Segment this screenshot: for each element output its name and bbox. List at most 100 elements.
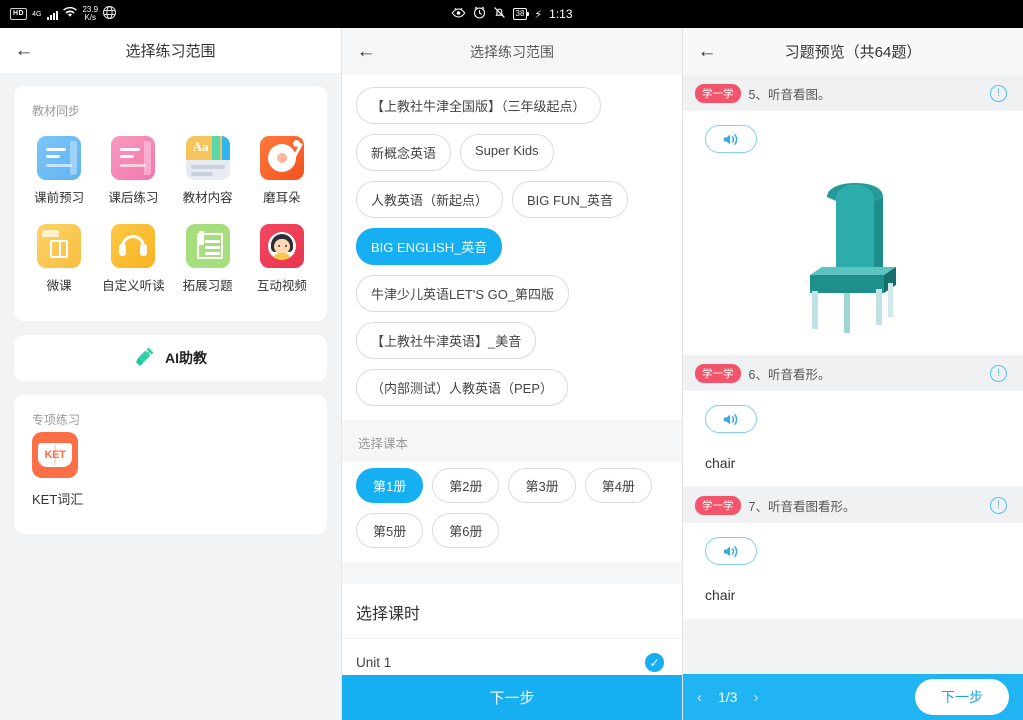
- ai-assistant-button[interactable]: AI助教: [14, 335, 327, 381]
- question-body: chair: [683, 523, 1023, 619]
- blue-book-icon: [37, 136, 81, 180]
- sync-card: 教材同步 课前预习 课后练习: [14, 86, 327, 321]
- grid-item-custom-listening[interactable]: 自定义听读: [96, 215, 170, 303]
- question-header: 学一学 6、听音看形。 !: [683, 355, 1023, 391]
- exclamation-circle-icon[interactable]: !: [990, 85, 1007, 102]
- avatar-video-icon: [260, 224, 304, 268]
- textbook-chip[interactable]: （内部测试）人教英语（PEP）: [356, 369, 568, 406]
- ai-assistant-label: AI助教: [165, 348, 207, 368]
- battery-icon: 38: [513, 8, 528, 20]
- left-appbar: ← 选择练习范围: [0, 28, 341, 73]
- eye-care-icon: [451, 7, 466, 22]
- question-item: 学一学 5、听音看图。 !: [683, 75, 1023, 355]
- status-badge: 学一学: [695, 84, 741, 103]
- textbook-chip-row: 【上教社牛津全国版】（三年级起点） 新概念英语 Super Kids 人教英语（…: [356, 87, 668, 406]
- answer-word: chair: [705, 455, 1023, 471]
- book-section-label: 选择课本: [342, 420, 682, 462]
- grid-item-label: 微课: [47, 275, 72, 294]
- grid-item-extended-exercise[interactable]: 拓展习题: [171, 215, 245, 303]
- network-type-label: 4G: [32, 11, 41, 18]
- left-content: 教材同步 课前预习 课后练习: [0, 73, 341, 547]
- book-chip[interactable]: 第3册: [508, 468, 575, 503]
- question-header: 学一学 7、听音看图看形。 !: [683, 487, 1023, 523]
- ket-item[interactable]: KET KET词汇: [14, 432, 327, 534]
- grid-item-textbook-content[interactable]: Aa 教材内容: [171, 127, 245, 215]
- grid-item-interactive-video[interactable]: 互动视频: [245, 215, 319, 303]
- middle-pane: ← 选择练习范围 【上教社牛津全国版】（三年级起点） 新概念英语 Super K…: [341, 28, 682, 720]
- grid-item-microlesson[interactable]: 微课: [22, 215, 96, 303]
- question-text: 6、听音看形。: [749, 364, 983, 383]
- exclamation-circle-icon[interactable]: !: [990, 497, 1007, 514]
- ket-badge-text: KET: [44, 449, 65, 461]
- yellow-folder-icon: [37, 224, 81, 268]
- question-header: 学一学 5、听音看图。 !: [683, 75, 1023, 111]
- sync-section-label: 教材同步: [14, 86, 327, 123]
- back-button-right[interactable]: ←: [683, 41, 731, 63]
- speaker-icon[interactable]: [705, 125, 757, 153]
- textbook-chip[interactable]: 【上教社牛津全国版】（三年级起点）: [356, 87, 601, 124]
- grid-item-label: 课后练习: [108, 187, 158, 206]
- right-appbar: ← 习题预览（共64题）: [683, 28, 1023, 75]
- status-bar: HD 4G 23.9 K/s 38 ⚡: [0, 0, 1023, 28]
- status-badge: 学一学: [695, 496, 741, 515]
- grid-item-exercise[interactable]: 课后练习: [96, 127, 170, 215]
- speaker-icon[interactable]: [705, 405, 757, 433]
- app-screen: HD 4G 23.9 K/s 38 ⚡: [0, 0, 1023, 720]
- question-text: 7、听音看图看形。: [749, 496, 983, 515]
- next-page-button[interactable]: ›: [753, 689, 758, 706]
- pagination: ‹ 1/3 ›: [697, 689, 758, 706]
- textbook-chip[interactable]: 牛津少儿英语LET'S GO_第四版: [356, 275, 569, 312]
- grid-item-label: 拓展习题: [183, 275, 233, 294]
- back-button-middle[interactable]: ←: [342, 41, 390, 63]
- special-practice-card: 专项练习 KET KET词汇: [14, 395, 327, 534]
- textbook-chip[interactable]: Super Kids: [460, 134, 554, 171]
- clock-label: 1:13: [549, 7, 572, 21]
- textbook-chip[interactable]: 新概念英语: [356, 134, 451, 171]
- textbook-chip[interactable]: 人教英语（新起点）: [356, 181, 503, 218]
- right-page-title: 习题预览（共64题）: [683, 41, 1023, 62]
- lesson-section-label: 选择课时: [342, 584, 682, 638]
- magic-pen-icon: [134, 345, 156, 372]
- question-item: 学一学 7、听音看图看形。 ! chair: [683, 487, 1023, 619]
- status-bar-left: HD 4G 23.9 K/s: [0, 6, 116, 22]
- wifi-icon: [63, 7, 77, 21]
- exclamation-circle-icon[interactable]: !: [990, 365, 1007, 382]
- question-list: 学一学 5、听音看图。 !: [683, 75, 1023, 674]
- book-chip[interactable]: 第2册: [432, 468, 499, 503]
- special-section-label: 专项练习: [14, 395, 327, 432]
- mute-bell-icon: [493, 6, 506, 22]
- middle-next-button[interactable]: 下一步: [342, 675, 682, 720]
- grid-item-label: 互动视频: [257, 275, 307, 294]
- right-next-button[interactable]: 下一步: [915, 679, 1009, 715]
- data-rate-unit: K/s: [82, 14, 98, 22]
- textbook-chip[interactable]: BIG FUN_英音: [512, 181, 628, 218]
- right-bottom-bar: ‹ 1/3 › 下一步: [683, 674, 1023, 720]
- textbook-chip-box: 【上教社牛津全国版】（三年级起点） 新概念英语 Super Kids 人教英语（…: [342, 75, 682, 420]
- speaker-icon[interactable]: [705, 537, 757, 565]
- left-page-title: 选择练习范围: [0, 40, 341, 61]
- hd-icon: HD: [10, 8, 27, 20]
- prev-page-button[interactable]: ‹: [697, 689, 702, 706]
- grid-item-listening[interactable]: 磨耳朵: [245, 127, 319, 215]
- question-body: chair: [683, 391, 1023, 487]
- record-player-icon: [260, 136, 304, 180]
- check-icon[interactable]: ✓: [645, 653, 664, 672]
- book-chip-selected[interactable]: 第1册: [356, 468, 423, 503]
- grid-item-preview[interactable]: 课前预习: [22, 127, 96, 215]
- lesson-label: Unit 1: [356, 655, 391, 670]
- book-chip[interactable]: 第5册: [356, 513, 423, 548]
- back-button-left[interactable]: ←: [0, 40, 48, 62]
- alarm-icon: [473, 6, 486, 22]
- chair-illustration: [683, 169, 1023, 355]
- charging-icon: ⚡: [534, 8, 542, 21]
- textbook-chip-selected[interactable]: BIG ENGLISH_英音: [356, 228, 502, 265]
- textbook-chip[interactable]: 【上教社牛津英语】_美音: [356, 322, 536, 359]
- grid-item-label: 教材内容: [183, 187, 233, 206]
- book-chip[interactable]: 第4册: [585, 468, 652, 503]
- data-rate-indicator: 23.9 K/s: [82, 6, 98, 22]
- book-chip[interactable]: 第6册: [432, 513, 499, 548]
- page-indicator: 1/3: [718, 689, 737, 705]
- right-pane: ← 习题预览（共64题） 学一学 5、听音看图。 !: [682, 28, 1023, 720]
- globe-icon: [103, 6, 116, 22]
- status-badge: 学一学: [695, 364, 741, 383]
